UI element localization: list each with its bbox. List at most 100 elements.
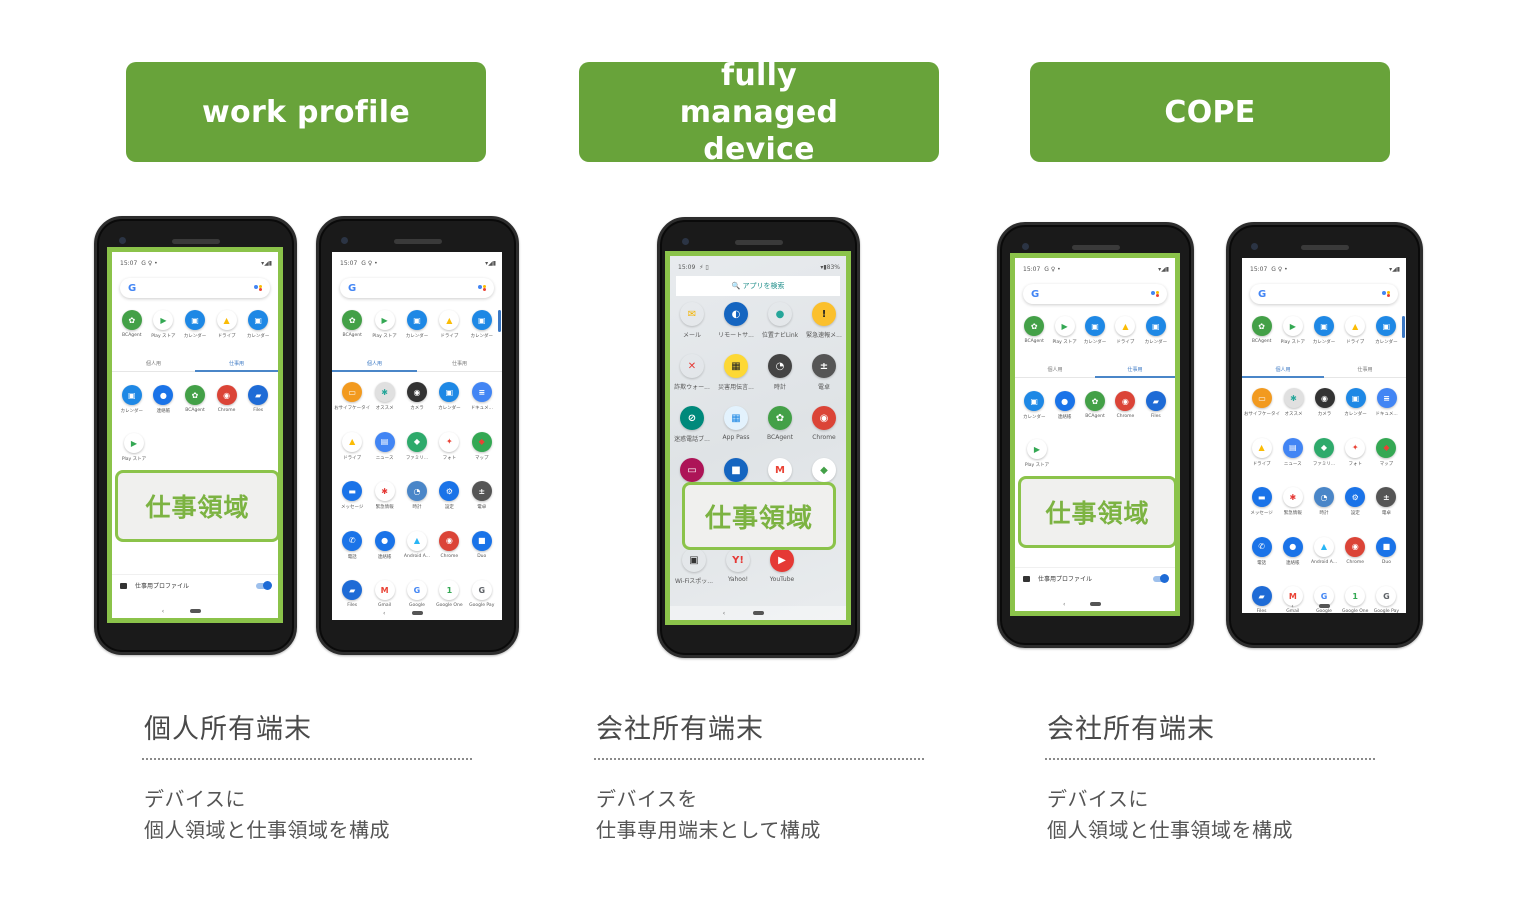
app-launcher-item[interactable]: ▤ ニュース	[1277, 437, 1308, 467]
google-search-bar[interactable]: G	[1250, 284, 1398, 304]
tab-work[interactable]: 仕事用	[1324, 362, 1406, 377]
app-launcher-item[interactable]: ▣ カレンダー	[242, 310, 274, 339]
app-launcher-item[interactable]: M Gmail	[369, 580, 401, 608]
app-launcher-item[interactable]: ● 位置ナビLink	[760, 302, 800, 340]
app-launcher-item[interactable]: ✱ オススメ	[1278, 388, 1309, 417]
app-launcher-item[interactable]: ▶ Play ストア	[118, 433, 150, 462]
app-launcher-item[interactable]: ▭ おサイフケータイ	[334, 382, 370, 411]
back-button[interactable]: ‹	[383, 610, 385, 617]
app-launcher-item[interactable]: ▣ Wi-Fiスポッ...	[674, 548, 714, 586]
app-launcher-item[interactable]: ◆ ファミリ...	[401, 431, 433, 461]
app-launcher-item[interactable]: ✱ オススメ	[369, 382, 401, 411]
app-launcher-item[interactable]: ▣ カレンダー	[179, 310, 211, 339]
app-launcher-item[interactable]: ✱ 緊急情報	[1277, 487, 1308, 516]
home-button[interactable]	[411, 611, 423, 615]
app-launcher-item[interactable]: ▲ ドライブ	[1340, 316, 1371, 345]
tab-work[interactable]: 仕事用	[417, 356, 502, 371]
app-launcher-item[interactable]: ▣ カレンダー	[1019, 391, 1049, 420]
app-launcher-item[interactable]: ✿ BCAgent	[1246, 316, 1277, 345]
app-launcher-item[interactable]: ▣ カレンダー	[1340, 388, 1371, 417]
app-launcher-item[interactable]: ● 連絡帳	[148, 385, 180, 414]
home-button[interactable]	[1318, 604, 1330, 608]
assistant-icon[interactable]	[254, 285, 262, 291]
app-launcher-item[interactable]: ◆	[804, 458, 844, 482]
app-launcher-item[interactable]: ✦ フォト	[433, 431, 465, 461]
app-launcher-item[interactable]: ▣ カレンダー	[1141, 316, 1171, 345]
tab-personal[interactable]: 個人用	[1242, 362, 1324, 378]
app-launcher-item[interactable]: ⚙ 設定	[433, 481, 465, 510]
app-launcher-item[interactable]: ▣ カレンダー	[1371, 316, 1402, 345]
google-search-bar[interactable]: G	[120, 278, 270, 298]
app-launcher-item[interactable]: ▲ Android A...	[401, 530, 433, 560]
back-button[interactable]: ‹	[162, 608, 164, 615]
app-launcher-item[interactable]: ▰ Files	[242, 385, 274, 414]
app-launcher-item[interactable]: ▭ おサイフケータイ	[1244, 388, 1280, 417]
app-launcher-item[interactable]: ■ Duo	[466, 530, 498, 560]
tab-work[interactable]: 仕事用	[195, 356, 278, 372]
app-launcher-item[interactable]: ◆ マップ	[466, 431, 498, 461]
app-launcher-item[interactable]: ✿ BCAgent	[760, 406, 800, 443]
app-launcher-item[interactable]: ⊘ 迷惑電話ブ...	[672, 406, 712, 443]
app-launcher-item[interactable]: ■	[716, 458, 756, 482]
app-launcher-item[interactable]: ▰ Files	[336, 580, 368, 608]
google-search-bar[interactable]: G	[1023, 284, 1167, 304]
app-launcher-item[interactable]: ✿ BCAgent	[179, 385, 211, 414]
google-search-bar[interactable]: G	[340, 278, 494, 298]
app-launcher-item[interactable]: G Google Pay	[466, 580, 498, 608]
app-launcher-item[interactable]: ▣ カレンダー	[466, 310, 498, 339]
app-launcher-item[interactable]: ■ Duo	[1371, 536, 1402, 566]
work-profile-toggle[interactable]	[256, 581, 272, 590]
app-launcher-item[interactable]: ◉ カメラ	[1309, 388, 1340, 417]
app-launcher-item[interactable]: ▬ メッセージ	[1246, 487, 1277, 516]
tab-personal[interactable]: 個人用	[112, 356, 195, 371]
app-launcher-item[interactable]: G Google	[401, 580, 433, 608]
app-launcher-item[interactable]: ✱ 緊急情報	[369, 481, 401, 510]
app-launcher-item[interactable]: ▲ ドライブ	[211, 310, 243, 339]
app-launcher-item[interactable]: ◔ 時計	[1308, 487, 1339, 516]
app-search-bar[interactable]: 🔍 アプリを検索	[676, 276, 840, 296]
app-launcher-item[interactable]: ✿ BCAgent	[336, 310, 368, 339]
app-launcher-item[interactable]: ◔ 時計	[401, 481, 433, 510]
app-launcher-item[interactable]: ▲ ドライブ	[1246, 437, 1277, 467]
app-launcher-item[interactable]: ✿ BCAgent	[1080, 391, 1110, 420]
back-button[interactable]: ‹	[1063, 601, 1065, 608]
tab-personal[interactable]: 個人用	[332, 356, 417, 372]
app-launcher-item[interactable]: ▲ ドライブ	[336, 431, 368, 461]
app-launcher-item[interactable]: ◉ カメラ	[401, 382, 433, 411]
app-launcher-item[interactable]: ± 電卓	[804, 354, 844, 391]
app-launcher-item[interactable]: ▲ ドライブ	[433, 310, 465, 339]
app-launcher-item[interactable]: M	[760, 458, 800, 482]
app-launcher-item[interactable]: ✉ メール	[672, 302, 712, 340]
work-profile-toggle[interactable]	[1153, 574, 1169, 583]
app-launcher-item[interactable]: ▶ Play ストア	[369, 310, 401, 339]
app-launcher-item[interactable]: ⚙ 設定	[1340, 487, 1371, 516]
app-launcher-item[interactable]: ! 緊急速報メ...	[804, 302, 844, 339]
app-launcher-item[interactable]: ± 電卓	[1371, 487, 1402, 516]
scrollbar-thumb[interactable]	[498, 310, 501, 332]
assistant-icon[interactable]	[1382, 291, 1390, 297]
scrollbar-thumb[interactable]	[1402, 316, 1405, 338]
app-launcher-item[interactable]: ▶ Play ストア	[148, 310, 180, 339]
home-button[interactable]	[1089, 602, 1101, 606]
app-launcher-item[interactable]: ✿ BCAgent	[116, 310, 148, 339]
app-launcher-item[interactable]: ◐ リモートサ...	[716, 302, 756, 339]
app-launcher-item[interactable]: ✆ 電話	[1246, 536, 1277, 566]
app-launcher-item[interactable]: ▤ ニュース	[369, 431, 401, 461]
app-launcher-item[interactable]: ▶ Play ストア	[1049, 316, 1079, 345]
app-launcher-item[interactable]: ▣ カレンダー	[1080, 316, 1110, 345]
app-launcher-item[interactable]: ◆ マップ	[1371, 437, 1402, 467]
app-launcher-item[interactable]: ▣ カレンダー	[401, 310, 433, 339]
app-launcher-item[interactable]: ◉ Chrome	[211, 385, 243, 414]
assistant-icon[interactable]	[1151, 291, 1159, 297]
home-button[interactable]	[752, 611, 764, 615]
app-launcher-item[interactable]: ▲ Android A...	[1308, 536, 1339, 566]
app-launcher-item[interactable]: ◉ Chrome	[1110, 391, 1140, 420]
app-launcher-item[interactable]: ◉ Chrome	[433, 530, 465, 560]
app-launcher-item[interactable]: ▦ 災害用伝言...	[716, 354, 756, 391]
app-launcher-item[interactable]: ▶ Play ストア	[1277, 316, 1308, 345]
app-launcher-item[interactable]: ✦ フォト	[1340, 437, 1371, 467]
app-launcher-item[interactable]: ● 連絡帳	[1277, 536, 1308, 566]
tab-work[interactable]: 仕事用	[1095, 362, 1175, 378]
app-launcher-item[interactable]: ▣ カレンダー	[1308, 316, 1339, 345]
app-launcher-item[interactable]: ▣ カレンダー	[433, 382, 465, 411]
